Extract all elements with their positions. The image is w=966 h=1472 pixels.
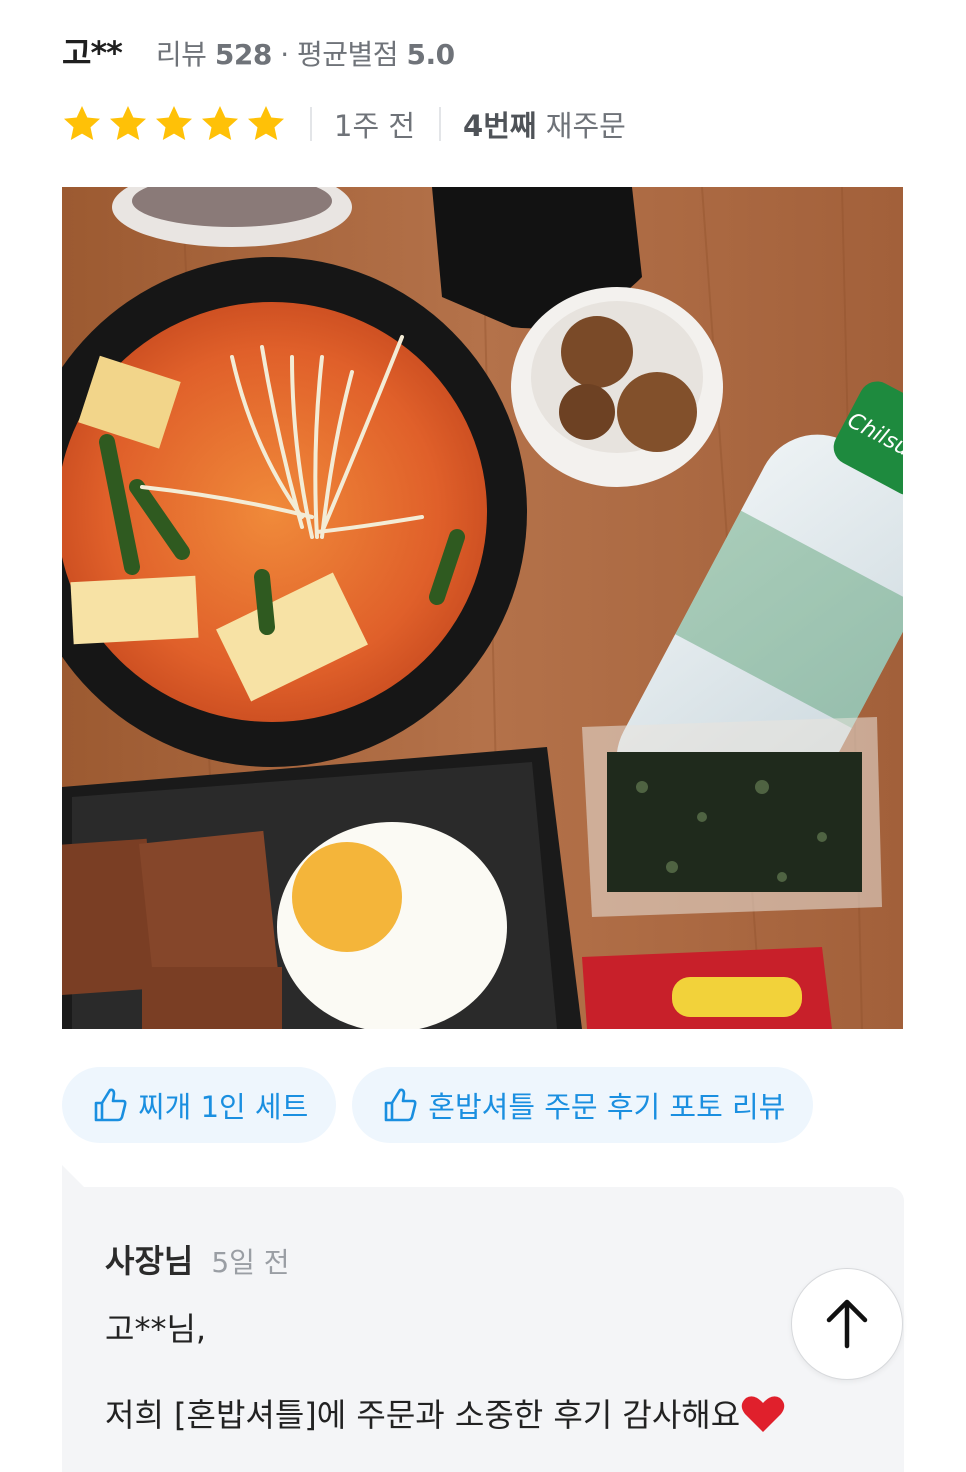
- avg-rating: 5.0: [406, 38, 455, 71]
- review-header: 고** 리뷰 528 · 평균별점 5.0: [62, 28, 455, 74]
- stats-middle: · 평균별점: [280, 38, 399, 71]
- reply-notch: [62, 1165, 84, 1187]
- menu-tag-chip[interactable]: 혼밥셔틀 주문 후기 포토 리뷰: [352, 1067, 814, 1143]
- star-icon: [110, 106, 146, 140]
- star-rating: [62, 104, 286, 144]
- star-icon: [248, 106, 284, 140]
- thumbs-up-icon: [384, 1088, 417, 1122]
- arrow-up-icon: [826, 1299, 868, 1349]
- reviewer-name[interactable]: 고**: [62, 28, 123, 74]
- owner-reply-message: 저희 [혼밥셔틀]에 주문과 소중한 후기 감사해요: [105, 1390, 786, 1436]
- menu-tag-label: 찌개 1인 세트: [138, 1090, 309, 1124]
- star-icon: [156, 106, 192, 140]
- menu-tag-label: 혼밥셔틀 주문 후기 포토 리뷰: [428, 1090, 786, 1124]
- food-photo: Chilsung: [62, 187, 903, 1029]
- divider: [439, 107, 442, 141]
- divider: [310, 107, 312, 141]
- star-icon: [64, 106, 100, 140]
- menu-tag-list: 찌개 1인 세트 혼밥셔틀 주문 후기 포토 리뷰: [62, 1067, 814, 1143]
- menu-tag-chip[interactable]: 찌개 1인 세트: [62, 1067, 337, 1143]
- scroll-to-top-button[interactable]: [791, 1268, 903, 1380]
- review-time: 1주 전: [334, 109, 416, 143]
- reorder-count: 4번째: [463, 109, 537, 143]
- owner-name: 사장님: [105, 1242, 194, 1280]
- owner-reply-text: 저희 [혼밥셔틀]에 주문과 소중한 후기 감사해요: [105, 1396, 741, 1434]
- review-count: 528: [214, 38, 272, 71]
- reorder-info: 4번째 재주문: [463, 103, 626, 145]
- reorder-suffix: 재주문: [545, 109, 626, 143]
- owner-reply-time: 5일 전: [211, 1246, 290, 1279]
- owner-reply-header: 사장님 5일 전: [105, 1236, 290, 1282]
- owner-reply-greeting: 고**님,: [105, 1310, 207, 1348]
- thumbs-up-icon: [94, 1088, 127, 1122]
- review-meta-row: 1주 전 4번째 재주문: [62, 100, 626, 148]
- star-icon: [202, 106, 238, 140]
- red-heart-icon: [741, 1396, 785, 1432]
- review-photo[interactable]: Chilsung: [62, 187, 903, 1029]
- reviewer-stats: 리뷰 528 · 평균별점 5.0: [156, 33, 455, 73]
- stats-prefix: 리뷰: [155, 38, 207, 71]
